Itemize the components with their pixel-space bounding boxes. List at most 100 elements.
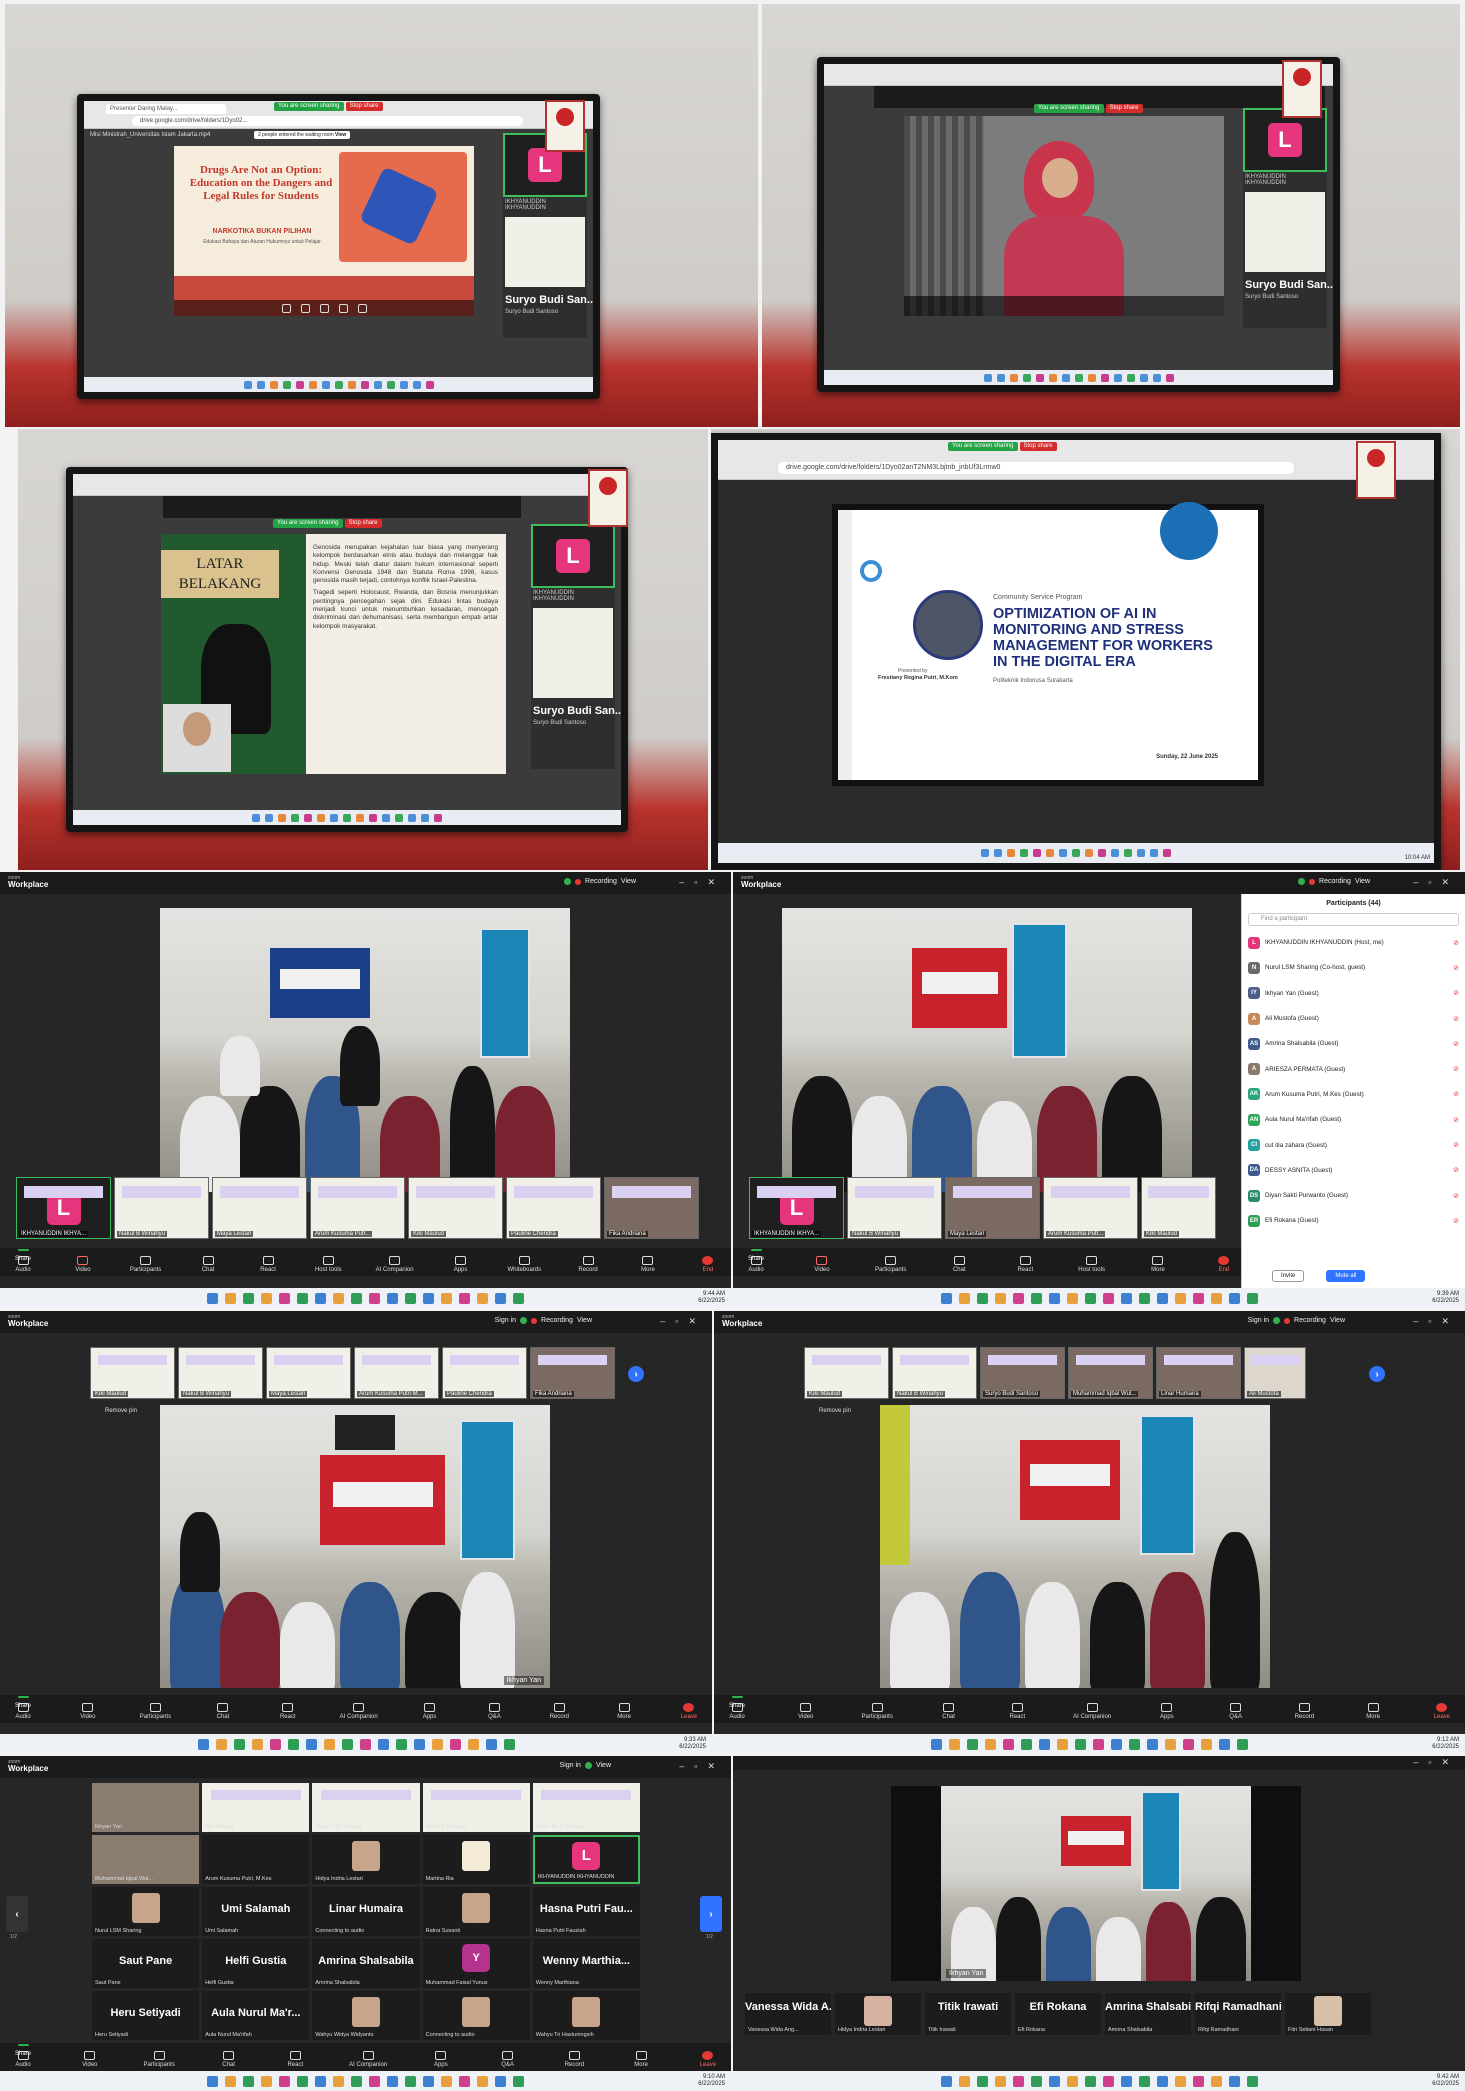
gallery-tile[interactable]: Amrina Shalsabila Amrina Shalsabila [312,1939,420,1988]
gallery-tile[interactable]: Ratna Susanti [422,1887,530,1936]
gallery-tile[interactable]: Wahyu Tri Hastuningsih [532,1991,640,2040]
next-page-icon[interactable]: › [700,1896,722,1932]
gallery-strip[interactable]: Kiki Maulud Nakul B Winahyu Suryo Budi S… [804,1347,1306,1399]
pinned-video[interactable]: Ikhyan Yan [782,908,1192,1192]
gallery-tile[interactable]: L IKHYANUDDIN IKHYANUDDIN [532,1835,640,1884]
gallery-strip[interactable]: Vanessa Wida A... Vanessa Wida Ang... Hidy… [745,1993,1371,2035]
react-button[interactable]: React [275,1703,301,1720]
gallery-tile[interactable]: Nakul B Winahyu [422,1783,530,1832]
view-button[interactable]: View [1330,1317,1345,1324]
participant-row[interactable]: AS Amrina Shalsabila (Guest) ⊘ [1242,1031,1465,1056]
strip-tile[interactable]: Pauline Chendra [506,1177,601,1239]
next-page-icon[interactable]: › [628,1366,644,1382]
more-button[interactable]: More [1145,1256,1171,1273]
participant-row[interactable]: L IKHYANUDDIN IKHYANUDDIN (Host, me) ⊘ [1242,930,1465,955]
share-button[interactable]: Share [743,1249,769,1262]
host-tile[interactable]: L [531,524,615,588]
participant-row[interactable]: IY Ikhyan Yan (Guest) ⊘ [1242,981,1465,1006]
participant-row[interactable]: ER Efi Rokana (Guest) ⊘ [1242,1208,1465,1233]
strip-tile[interactable]: Fika Andriana [530,1347,615,1399]
apps-button[interactable]: Apps [417,1703,443,1720]
more-button[interactable]: More [635,1256,661,1273]
muted-mic-icon[interactable]: ⊘ [1453,1040,1459,1048]
slide-thumbnail[interactable] [505,217,585,287]
recording-indicator[interactable]: Sign in Recording View [1248,1317,1345,1324]
ai-companion-button[interactable]: AI Companion [340,1703,378,1720]
gallery-tile[interactable]: Arum Kusuma Putri, M.Kes [202,1835,310,1884]
whiteboards-button[interactable]: Whiteboards [507,1256,541,1273]
gallery-tile[interactable]: Connecting to audio [422,1991,530,2040]
muted-mic-icon[interactable]: ⊘ [1453,1192,1459,1200]
muted-mic-icon[interactable]: ⊘ [1453,1217,1459,1225]
strip-tile[interactable]: L IKHYANUDDIN IKHYA... [16,1177,111,1239]
view-button[interactable]: View [596,1762,611,1769]
address-bar[interactable]: drive.google.com/drive/folders/1Dyo02anT… [778,462,1294,474]
record-button[interactable]: Record [1291,1703,1317,1720]
leave-button[interactable]: Leave [695,2051,721,2068]
apps-button[interactable]: Apps [448,1256,474,1273]
host-tools-button[interactable]: Host tools [315,1256,342,1273]
gallery-tile[interactable]: Wahyu Widya Widyanto [312,1991,420,2040]
gallery-tile[interactable]: Hidya Indria Lestari [835,1993,921,2035]
gallery-tile[interactable]: Helfi Gustia Helfi Gustia [202,1939,310,1988]
participants-button[interactable]: Participants [140,1703,171,1720]
stop-share-button[interactable]: Stop share [344,519,382,528]
sign-in-button[interactable]: Sign in [1248,1317,1269,1324]
share-button[interactable]: Share [10,1249,36,1262]
end-button[interactable]: End [1211,1256,1237,1273]
gallery-tile[interactable]: Martina Ria [422,1835,530,1884]
participant-search-input[interactable]: Find a participant [1248,913,1459,926]
muted-mic-icon[interactable]: ⊘ [1453,1166,1459,1174]
record-button[interactable]: Record [561,2051,587,2068]
gallery-tile[interactable]: Linar Humaira Connecting to audio [312,1887,420,1936]
chat-button[interactable]: Chat [216,2051,242,2068]
window-controls[interactable]: –▫✕ [1413,1316,1459,1327]
muted-mic-icon[interactable]: ⊘ [1453,964,1459,972]
more-button[interactable]: More [611,1703,637,1720]
windows-taskbar[interactable]: 9:39 AM 6/22/2025 [733,1288,1465,1308]
gallery-tile[interactable]: Hasna Putri Fau... Hasna Putri Fauziah [532,1887,640,1936]
windows-taskbar[interactable] [824,370,1333,385]
strip-tile[interactable]: Pauline Chendra [442,1347,527,1399]
ai-companion-button[interactable]: AI Companion [376,1256,414,1273]
muted-mic-icon[interactable]: ⊘ [1453,1015,1459,1023]
react-button[interactable]: React [1004,1703,1030,1720]
remove-pin-button[interactable]: Remove pin [819,1408,851,1414]
recording-indicator[interactable]: Sign in Recording View [495,1317,592,1324]
gallery-tile[interactable]: Muhammad Iqbal Wul... [92,1835,200,1884]
strip-tile[interactable]: Suryo Budi Santoso [980,1347,1065,1399]
strip-tile[interactable]: Nakul B Winahyu [178,1347,263,1399]
windows-taskbar[interactable]: 9:42 AM 6/22/2025 [733,2071,1465,2091]
windows-taskbar[interactable]: 9:12 AM 6/22/2025 [714,1734,1465,1754]
muted-mic-icon[interactable]: ⊘ [1453,1141,1459,1149]
gallery-strip[interactable]: L IKHYANUDDIN IKHYA... Nakul B Winahyu Ma… [16,1177,699,1239]
strip-tile[interactable]: Kiki Maulud [90,1347,175,1399]
view-button[interactable]: View [577,1317,592,1324]
video-button[interactable]: Video [70,1256,96,1273]
gallery-tile[interactable]: Y Muhammad Faisal Yunus [422,1939,530,1988]
pinned-video[interactable] [880,1405,1270,1688]
host-tools-button[interactable]: Host tools [1078,1256,1105,1273]
gallery-tile[interactable]: Umi Salamah Umi Salamah [202,1887,310,1936]
react-button[interactable]: React [255,1256,281,1273]
gallery-tile[interactable]: Vanessa Wida A... Vanessa Wida Ang... [745,1993,831,2035]
recording-indicator[interactable]: Sign in View [560,1762,611,1769]
pinned-video[interactable]: Ikhyan Yan [160,908,570,1192]
pinned-video[interactable]: Ikhyan Yan [160,1405,550,1688]
qa-button[interactable]: Q&A [1223,1703,1249,1720]
chat-button[interactable]: Chat [936,1703,962,1720]
sign-in-button[interactable]: Sign in [495,1317,516,1324]
stop-share-button[interactable]: Stop share [1105,104,1143,113]
mute-all-button[interactable]: Mute all [1326,1270,1366,1282]
gallery-tile[interactable]: Hidya Indria Lestari [312,1835,420,1884]
gallery-tile[interactable]: Nurul LSM Sharing [312,1783,420,1832]
strip-tile[interactable]: Nakul B Winahyu [114,1177,209,1239]
participant-row[interactable]: A Ali Mustofa (Guest) ⊘ [1242,1006,1465,1031]
view-button[interactable]: View [621,878,636,885]
share-button[interactable]: Share [724,1696,750,1709]
gallery-tile[interactable]: Amrina Shalsabila Amrina Shalsabila [1105,1993,1191,2035]
more-button[interactable]: More [628,2051,654,2068]
waiting-room-view-button[interactable]: View [335,132,346,138]
zoom-share-toolbar[interactable] [163,496,521,518]
muted-mic-icon[interactable]: ⊘ [1453,1065,1459,1073]
